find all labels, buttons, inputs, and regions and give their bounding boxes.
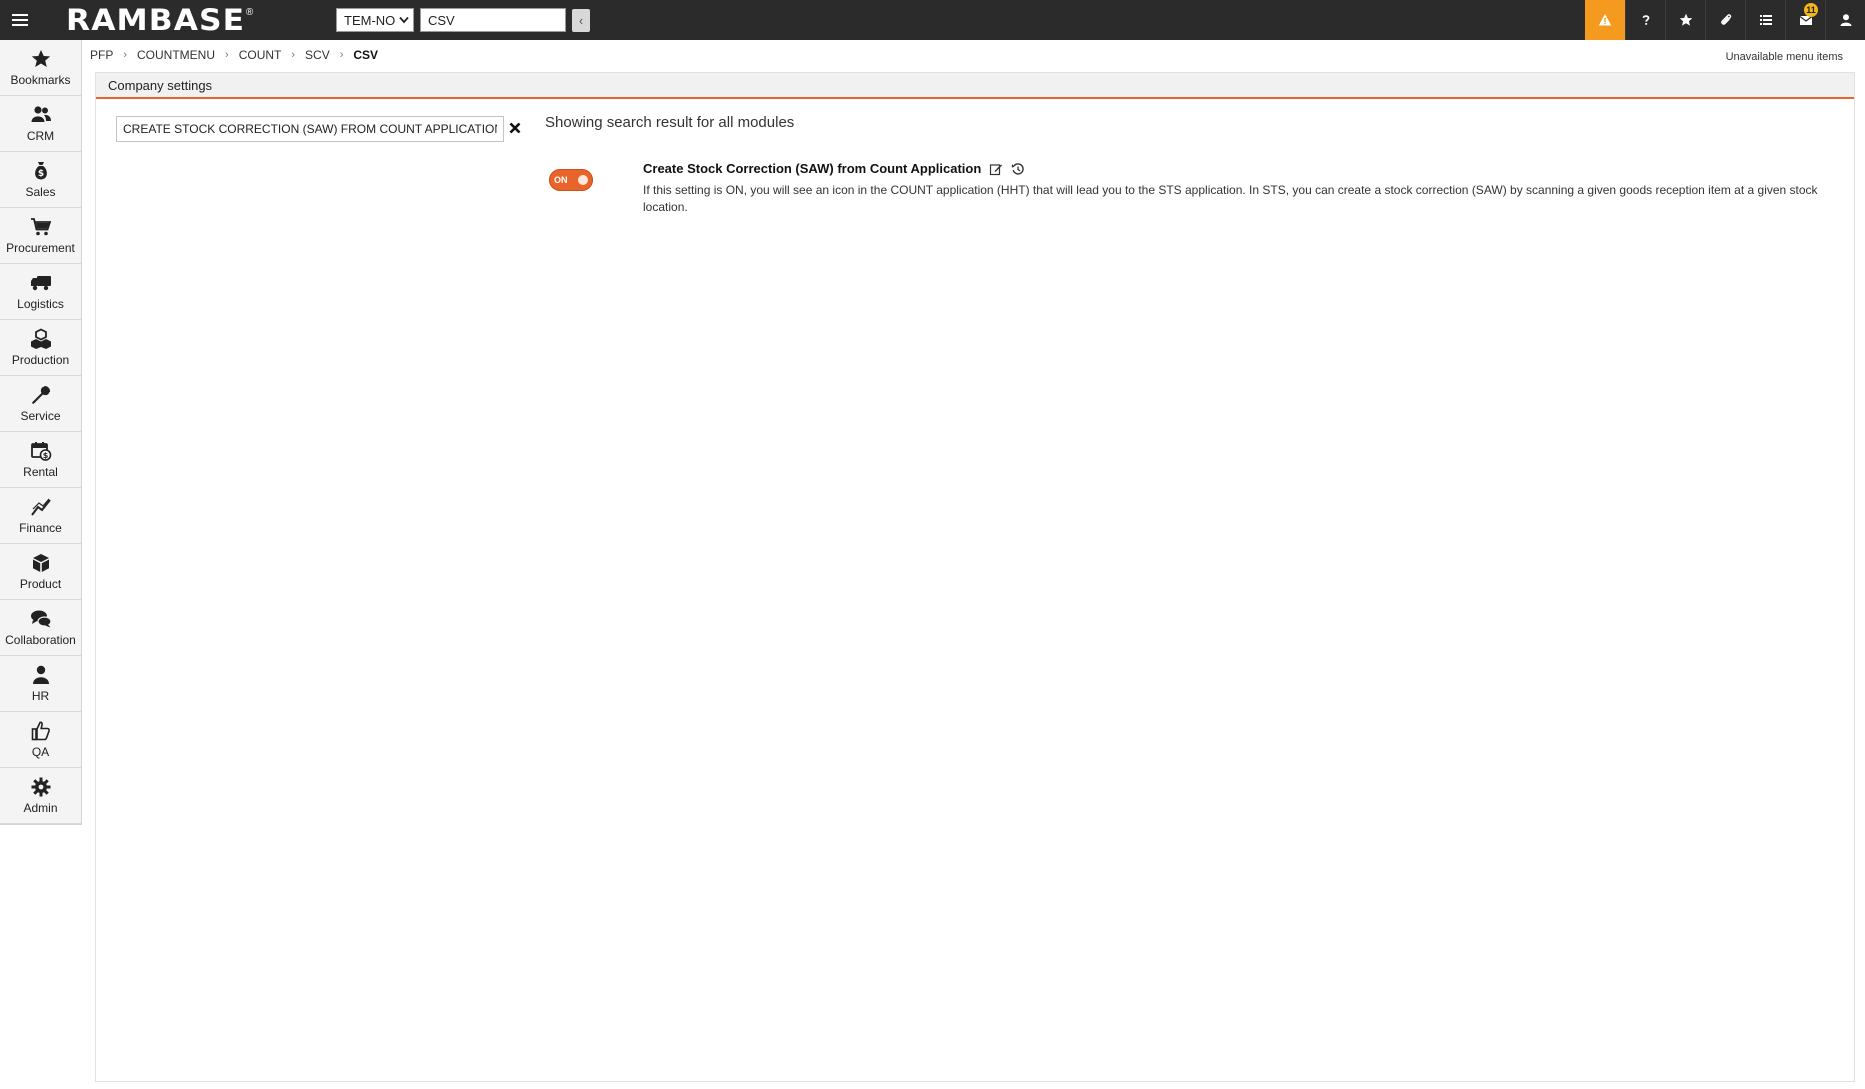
breadcrumb-current: CSV <box>353 48 379 62</box>
sidebar-item-label: Sales <box>25 185 56 199</box>
sidebar-item-product[interactable]: Product <box>0 544 81 600</box>
company-settings-panel: Company settings Showing search result f… <box>95 72 1855 1082</box>
star-icon <box>1679 13 1692 26</box>
sidebar-item-finance[interactable]: Finance <box>0 488 81 544</box>
sidebar-item-label: HR <box>31 689 50 703</box>
rental-icon: $ <box>30 442 51 461</box>
sidebar-item-label: CRM <box>26 129 55 143</box>
top-right-toolbar: 11 <box>1585 0 1865 40</box>
cube-icon <box>32 554 49 572</box>
sidebar-item-label: Product <box>19 577 62 591</box>
svg-text:$: $ <box>37 169 43 179</box>
history-icon[interactable] <box>1011 162 1025 176</box>
help-icon <box>1642 15 1649 25</box>
warning-icon <box>1598 14 1612 26</box>
toggle-label: ON <box>554 175 568 185</box>
sidebar-item-admin[interactable]: Admin <box>0 768 81 824</box>
sidebar-item-hr[interactable]: HR <box>0 656 81 712</box>
top-bar: RAMBASE ® TEM-NO ‹ 11 <box>0 0 1865 40</box>
sidebar-item-label: Admin <box>23 801 58 815</box>
boxes-icon <box>30 328 51 349</box>
sidebar-item-label: Finance <box>19 521 62 535</box>
breadcrumb-item[interactable]: SCV <box>305 48 330 62</box>
breadcrumb: PFP › COUNTMENU › COUNT › SCV › CSV <box>90 48 378 62</box>
star-icon <box>31 50 50 67</box>
wrench-icon <box>31 385 50 404</box>
program-search-input[interactable] <box>420 8 566 32</box>
sidebar-item-crm[interactable]: CRM <box>0 96 81 152</box>
truck-icon <box>30 276 51 291</box>
setting-title-row: Create Stock Correction (SAW) from Count… <box>643 161 1025 176</box>
sidebar-item-logistics[interactable]: Logistics <box>0 264 81 320</box>
sidebar-item-label: Collaboration <box>5 633 76 647</box>
chat-icon <box>30 610 52 628</box>
setting-description: If this setting is ON, you will see an i… <box>643 183 1818 214</box>
company-select-value: TEM-NO <box>344 12 396 28</box>
settings-search-input[interactable] <box>116 116 504 142</box>
sidebar-item-label: Bookmarks <box>10 73 71 87</box>
sidebar-item-procurement[interactable]: Procurement <box>0 208 81 264</box>
sidebar-item-label: Rental <box>23 465 58 479</box>
help-button[interactable] <box>1625 0 1665 40</box>
rambase-logo[interactable]: RAMBASE ® <box>66 0 253 40</box>
setting-title: Create Stock Correction (SAW) from Count… <box>643 161 982 176</box>
thumbs-up-icon <box>31 721 50 741</box>
chart-line-icon <box>30 498 51 516</box>
sidebar-item-bookmarks[interactable]: Bookmarks <box>0 40 81 96</box>
paperclip-icon <box>1720 14 1731 25</box>
bookmarks-button[interactable] <box>1665 0 1705 40</box>
messages-button[interactable]: 11 <box>1785 0 1825 40</box>
sidebar-item-label: QA <box>31 745 50 759</box>
module-sidebar: Bookmarks CRM $ Sales Procurement Logist… <box>0 40 82 825</box>
sidebar-item-label: Service <box>20 409 61 423</box>
warning-button[interactable] <box>1585 0 1625 40</box>
svg-text:$: $ <box>42 451 48 460</box>
sidebar-item-rental[interactable]: $ Rental <box>0 432 81 488</box>
panel-title: Company settings <box>96 73 1854 99</box>
chevron-right-icon: › <box>339 49 344 61</box>
mail-count-badge: 11 <box>1804 3 1818 17</box>
logo-text: RAMBASE <box>66 3 246 37</box>
chevron-right-icon: › <box>225 49 229 61</box>
unavailable-menu-items-link[interactable]: Unavailable menu items <box>1726 51 1843 63</box>
close-icon[interactable] <box>508 121 522 135</box>
search-result-heading: Showing search result for all modules <box>545 114 795 131</box>
sidebar-item-collaboration[interactable]: Collaboration <box>0 600 81 656</box>
gear-icon <box>31 777 50 797</box>
tasks-button[interactable] <box>1745 0 1785 40</box>
people-icon <box>31 106 51 122</box>
breadcrumb-item[interactable]: PFP <box>90 48 113 62</box>
chevron-right-icon: › <box>123 49 128 61</box>
sidebar-item-label: Production <box>11 353 70 367</box>
sidebar-item-label: Logistics <box>17 297 64 311</box>
breadcrumb-item[interactable]: COUNTMENU <box>137 48 215 62</box>
list-icon <box>1759 15 1772 25</box>
user-button[interactable] <box>1825 0 1865 40</box>
sidebar-item-sales[interactable]: $ Sales <box>0 152 81 208</box>
logo-registered-mark: ® <box>245 7 254 18</box>
setting-toggle[interactable]: ON <box>549 169 593 191</box>
toggle-knob <box>578 175 588 185</box>
edit-icon[interactable] <box>989 162 1003 176</box>
sidebar-item-service[interactable]: Service <box>0 376 81 432</box>
person-icon <box>32 665 49 684</box>
sidebar-item-production[interactable]: Production <box>0 320 81 376</box>
chevron-down-icon <box>399 16 409 24</box>
attachments-button[interactable] <box>1705 0 1745 40</box>
cart-icon <box>30 218 51 236</box>
money-bag-icon: $ <box>34 162 47 180</box>
breadcrumb-item[interactable]: COUNT <box>239 48 282 62</box>
user-icon <box>1840 14 1851 26</box>
sidebar-item-qa[interactable]: QA <box>0 712 81 768</box>
collapse-button[interactable]: ‹ <box>572 9 590 32</box>
hamburger-menu-icon[interactable] <box>0 0 40 40</box>
chevron-right-icon: › <box>291 49 296 61</box>
company-select[interactable]: TEM-NO <box>336 8 414 32</box>
sidebar-item-label: Procurement <box>6 241 75 255</box>
